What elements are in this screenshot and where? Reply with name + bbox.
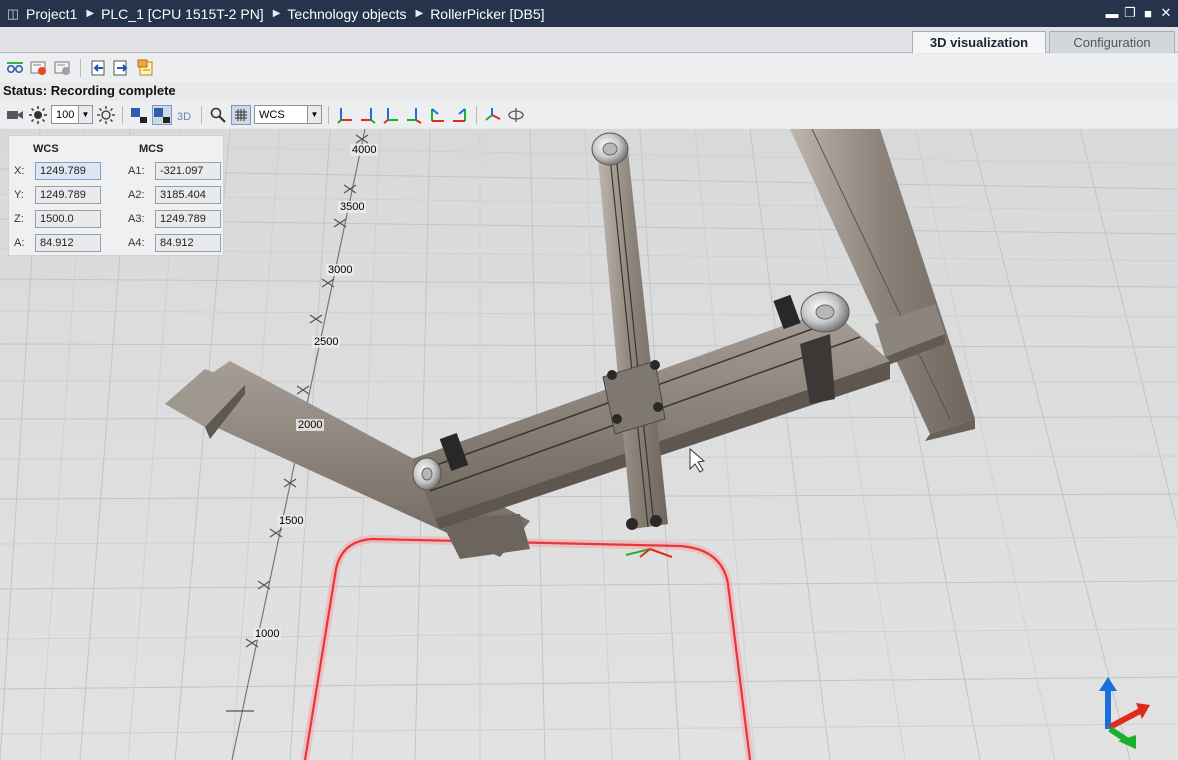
pulley-top <box>591 132 629 166</box>
coord-row: A: 84.912 A4: 84.912 <box>9 234 225 254</box>
status-label: Status: <box>3 83 48 98</box>
toolbar-separator <box>476 105 477 124</box>
pulley-right <box>800 291 850 333</box>
breadcrumb-rollerpicker[interactable]: RollerPicker [DB5] <box>430 6 544 22</box>
status-line: Status: Recording complete <box>3 83 176 98</box>
view-right-icon[interactable] <box>404 105 424 125</box>
view-front-icon[interactable] <box>335 105 355 125</box>
breadcrumb-separator-icon: ▶ <box>415 8 424 19</box>
tab-3d-visualization[interactable]: 3D visualization <box>912 31 1046 53</box>
breadcrumb-separator-icon: ▶ <box>272 8 281 19</box>
brightness-select[interactable]: 100 ▼ <box>51 105 93 124</box>
coordinates-panel: WCS MCS X: 1249.789 A1: -321.097 Y: 1249… <box>8 135 224 256</box>
view-bottom-icon[interactable] <box>450 105 470 125</box>
mcs-a4-value[interactable]: 84.912 <box>155 234 221 252</box>
toolbar-separator <box>122 105 123 124</box>
breadcrumb: Project1 ▶ PLC_1 [CPU 1515T-2 PN] ▶ Tech… <box>26 6 545 22</box>
wcs-a-value[interactable]: 84.912 <box>35 234 101 252</box>
camera-icon[interactable] <box>5 105 25 125</box>
wcs-z-label: Z: <box>14 213 24 225</box>
scale-label: 4000 <box>350 144 379 156</box>
view-2d-icon[interactable] <box>129 105 149 125</box>
mcs-a1-label: A1: <box>128 165 145 177</box>
brightness-icon[interactable] <box>28 105 48 125</box>
mcs-a2-value[interactable]: 3185.404 <box>155 186 221 204</box>
mcs-a3-value[interactable]: 1249.789 <box>155 210 221 228</box>
stop-record-icon[interactable] <box>53 58 73 78</box>
chevron-down-icon: ▼ <box>78 106 92 123</box>
wcs-y-value[interactable]: 1249.789 <box>35 186 101 204</box>
view-shaded-icon[interactable] <box>152 104 172 125</box>
wcs-a-label: A: <box>14 237 25 249</box>
restore-icon[interactable]: ❐ <box>1122 3 1138 23</box>
view-iso-icon[interactable] <box>483 105 503 125</box>
mcs-a1-value[interactable]: -321.097 <box>155 162 221 180</box>
tab-configuration[interactable]: Configuration <box>1049 31 1175 53</box>
coord-row: X: 1249.789 A1: -321.097 <box>9 162 225 182</box>
window-controls: ▬ ❐ ■ ✕ <box>1104 3 1174 23</box>
chevron-down-icon: ▼ <box>307 106 321 123</box>
scale-label: 2000 <box>296 419 325 431</box>
breadcrumb-project[interactable]: Project1 <box>26 6 77 22</box>
breadcrumb-plc[interactable]: PLC_1 [CPU 1515T-2 PN] <box>101 6 264 22</box>
mcs-a2-label: A2: <box>128 189 145 201</box>
grid-icon[interactable] <box>231 104 251 125</box>
coord-row: Z: 1500.0 A3: 1249.789 <box>9 210 225 230</box>
scale-label: 1000 <box>253 628 282 640</box>
toolbar-separator <box>80 59 81 77</box>
wcs-x-value[interactable]: 1249.789 <box>35 162 101 180</box>
mcs-header: MCS <box>139 143 164 155</box>
scale-label: 3000 <box>326 264 355 276</box>
rotate-icon[interactable] <box>506 105 526 125</box>
wcs-header: WCS <box>33 143 59 155</box>
mcs-a3-label: A3: <box>128 213 145 225</box>
project-icon: ◫ <box>6 5 20 21</box>
wcs-x-label: X: <box>14 165 25 177</box>
coordinate-system-select[interactable]: WCS ▼ <box>254 105 322 124</box>
pulley-left <box>412 457 442 491</box>
viewport-3d[interactable]: 4000 3500 3000 2500 2000 1500 1000 WCS M… <box>0 129 1178 760</box>
view-3d-icon[interactable]: 3D <box>175 105 195 125</box>
toolbar-view: 100 ▼ 3D WCS ▼ <box>0 101 1178 128</box>
light-icon[interactable] <box>96 105 116 125</box>
tab-strip: 3D visualization Configuration <box>0 27 1178 53</box>
title-bar: ◫ Project1 ▶ PLC_1 [CPU 1515T-2 PN] ▶ Te… <box>0 0 1178 27</box>
scale-label: 1500 <box>277 515 306 527</box>
minimize-icon[interactable]: ▬ <box>1104 3 1120 23</box>
import-icon[interactable] <box>88 58 108 78</box>
mcs-a4-label: A4: <box>128 237 145 249</box>
wcs-z-value[interactable]: 1500.0 <box>35 210 101 228</box>
scale-label: 2500 <box>312 336 341 348</box>
zoom-fit-icon[interactable] <box>208 105 228 125</box>
toolbar-separator <box>201 105 202 124</box>
brightness-value: 100 <box>56 108 75 121</box>
export-file-icon[interactable] <box>136 58 156 78</box>
view-back-icon[interactable] <box>358 105 378 125</box>
coordinate-system-value: WCS <box>259 108 285 121</box>
glasses-icon[interactable] <box>5 58 25 78</box>
close-icon[interactable]: ✕ <box>1158 3 1174 23</box>
view-top-icon[interactable] <box>427 105 447 125</box>
scale-label: 3500 <box>338 201 367 213</box>
breadcrumb-separator-icon: ▶ <box>86 8 95 19</box>
view-left-icon[interactable] <box>381 105 401 125</box>
wcs-y-label: Y: <box>14 189 24 201</box>
coord-row: Y: 1249.789 A2: 3185.404 <box>9 186 225 206</box>
toolbar-separator <box>328 105 329 124</box>
record-icon[interactable] <box>29 58 49 78</box>
breadcrumb-technology-objects[interactable]: Technology objects <box>287 6 406 22</box>
export-icon[interactable] <box>112 58 132 78</box>
svg-text:3D: 3D <box>177 111 191 123</box>
toolbar-primary <box>0 54 1178 82</box>
maximize-icon[interactable]: ■ <box>1140 3 1156 23</box>
status-text: Recording complete <box>50 83 176 98</box>
